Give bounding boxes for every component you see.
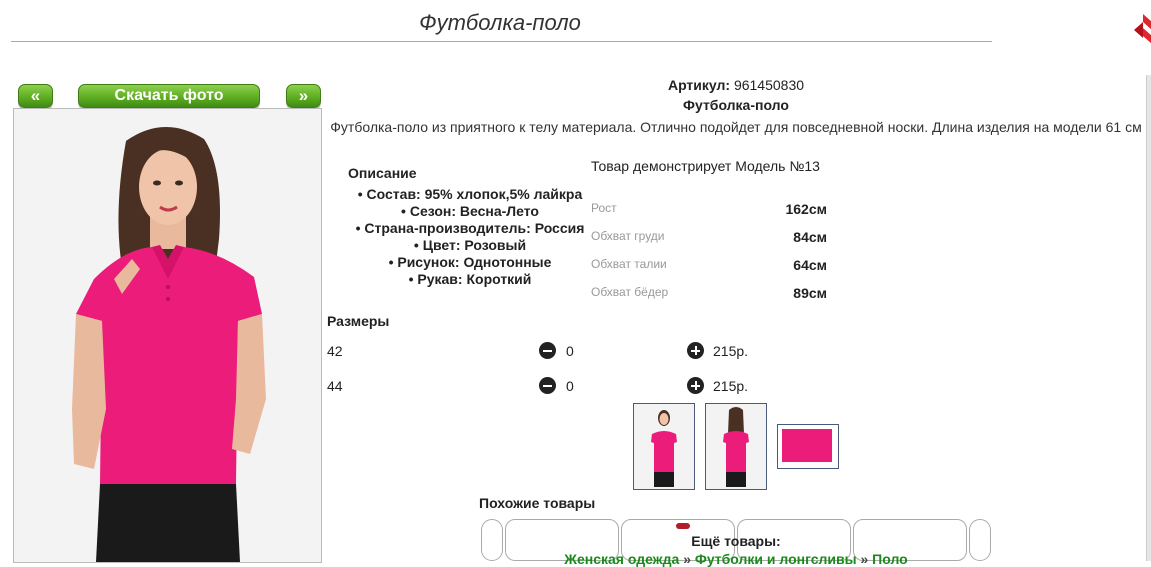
size-label: 42 xyxy=(327,343,343,359)
page-title: Футболка-поло xyxy=(419,10,581,35)
similar-products-title: Похожие товары xyxy=(479,495,596,511)
minus-circle-icon[interactable] xyxy=(539,377,556,394)
size-row: 44 0 215р. xyxy=(327,376,787,396)
thumbnail-back[interactable] xyxy=(705,403,767,490)
sizes-title: Размеры xyxy=(327,313,390,329)
minus-circle-icon[interactable] xyxy=(539,342,556,359)
price-value: 215р. xyxy=(713,343,749,359)
measurement-label: Обхват груди xyxy=(591,229,665,243)
breadcrumb-link[interactable]: Футболки и лонгсливы xyxy=(695,551,857,567)
quantity-value: 0 xyxy=(566,343,574,359)
measurement-label: Обхват бёдер xyxy=(591,285,669,299)
thumbnail-color-swatch[interactable] xyxy=(777,424,839,469)
spec-item: • Состав: 95% хлопок,5% лайкра xyxy=(357,186,583,202)
product-name: Футболка-поло xyxy=(683,97,789,113)
measurement-label: Рост xyxy=(591,201,617,215)
product-photo[interactable] xyxy=(13,108,322,563)
breadcrumb-link[interactable]: Женская одежда xyxy=(564,551,679,567)
measurement-label: Обхват талии xyxy=(591,257,667,271)
measurement-value: 64см xyxy=(793,257,827,273)
measurement-value: 162см xyxy=(785,201,827,217)
measurement-value: 84см xyxy=(793,229,827,245)
specs-title: Описание xyxy=(348,165,417,181)
sku-line: Артикул: 961450830 xyxy=(330,77,1142,93)
thumbnail-front[interactable] xyxy=(633,403,695,490)
spec-item: • Рисунок: Однотонные xyxy=(388,254,552,270)
plus-circle-icon[interactable] xyxy=(687,342,704,359)
quantity-value: 0 xyxy=(566,378,574,394)
download-photo-button[interactable]: Скачать фото xyxy=(78,84,260,108)
model-heading: Товар демонстрирует Модель №13 xyxy=(591,158,820,174)
measurement-value: 89см xyxy=(793,285,827,301)
category-breadcrumb: Женская одежда » Футболки и лонгсливы » … xyxy=(330,551,1142,567)
plus-circle-icon[interactable] xyxy=(687,377,704,394)
breadcrumb-separator: » xyxy=(860,551,869,567)
prev-photo-button[interactable]: « xyxy=(18,84,53,108)
more-products-title: Ещё товары: xyxy=(691,533,781,549)
spec-item: • Сезон: Весна-Лето xyxy=(401,203,539,219)
scrollbar[interactable] xyxy=(1146,75,1151,561)
next-photo-button[interactable]: » xyxy=(286,84,321,108)
model-illustration xyxy=(14,109,321,562)
sku-value: 961450830 xyxy=(733,77,805,93)
price-value: 215р. xyxy=(713,378,749,394)
title-divider xyxy=(11,41,992,42)
spec-item: • Цвет: Розовый xyxy=(413,237,527,253)
spec-item: • Рукав: Короткий xyxy=(408,271,532,287)
size-row: 42 0 215р. xyxy=(327,341,787,361)
size-label: 44 xyxy=(327,378,343,394)
product-description: Футболка-поло из приятного к телу матери… xyxy=(330,119,1142,135)
specs-list: • Состав: 95% хлопок,5% лайкра • Сезон: … xyxy=(345,186,595,288)
spec-item: • Страна-производитель: Россия xyxy=(355,220,585,236)
breadcrumb-separator: » xyxy=(683,551,691,567)
sku-label: Артикул: xyxy=(667,77,731,93)
close-x-icon[interactable] xyxy=(1134,14,1151,44)
breadcrumb-link[interactable]: Поло xyxy=(872,551,908,567)
